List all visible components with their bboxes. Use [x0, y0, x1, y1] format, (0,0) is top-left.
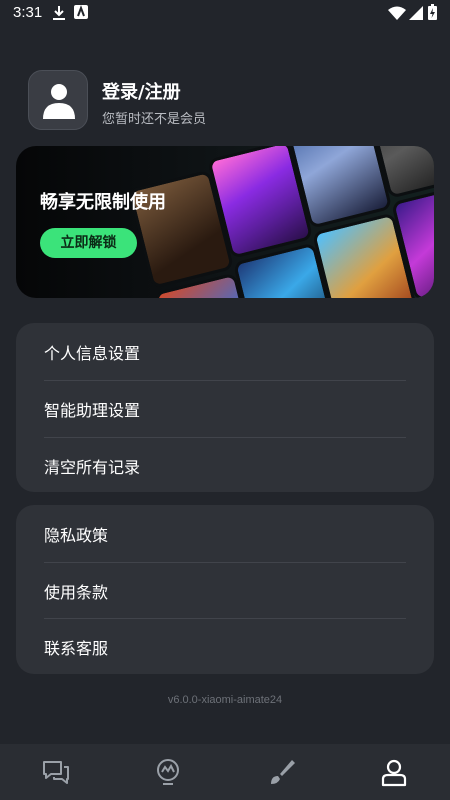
menu-item-privacy-policy[interactable]: 隐私政策 — [44, 506, 406, 562]
menu-item-assistant-settings[interactable]: 智能助理设置 — [44, 381, 406, 437]
download-icon — [53, 6, 65, 20]
menu-item-personal-info[interactable]: 个人信息设置 — [44, 324, 406, 380]
wifi-icon — [388, 6, 406, 20]
banner-title: 畅享无限制使用 — [40, 192, 166, 213]
settings-card: 个人信息设置 智能助理设置 清空所有记录 — [16, 323, 434, 492]
status-time: 3:31 — [13, 4, 43, 21]
signal-icon — [409, 6, 423, 20]
profile-header[interactable]: 登录/注册 您暂时还不是会员 — [28, 70, 428, 132]
avatar[interactable] — [28, 70, 88, 130]
login-register-link[interactable]: 登录/注册 — [102, 78, 181, 104]
status-bar: 3:31 — [0, 0, 450, 26]
nav-chat[interactable] — [40, 757, 72, 789]
battery-icon — [428, 4, 437, 20]
info-card: 隐私政策 使用条款 联系客服 — [16, 505, 434, 674]
app-notification-icon — [74, 5, 88, 19]
membership-banner[interactable]: 畅享无限制使用 立即解锁 — [16, 146, 434, 298]
user-avatar-icon — [43, 84, 75, 119]
bottom-nav — [0, 744, 450, 800]
inspiration-icon — [157, 759, 179, 785]
menu-item-contact-support[interactable]: 联系客服 — [44, 619, 406, 675]
menu-item-terms[interactable]: 使用条款 — [44, 563, 406, 619]
membership-status: 您暂时还不是会员 — [102, 112, 207, 127]
banner-artwork — [72, 146, 434, 298]
brush-icon — [271, 760, 295, 784]
version-label: v6.0.0-xiaomi-aimate24 — [167, 694, 283, 706]
nav-inspiration[interactable] — [152, 757, 184, 789]
nav-profile[interactable] — [378, 757, 410, 789]
profile-icon — [381, 759, 407, 787]
chat-icon — [43, 761, 69, 784]
menu-item-clear-records[interactable]: 清空所有记录 — [44, 438, 406, 494]
unlock-button[interactable]: 立即解锁 — [40, 228, 137, 258]
nav-paint[interactable] — [266, 757, 298, 789]
